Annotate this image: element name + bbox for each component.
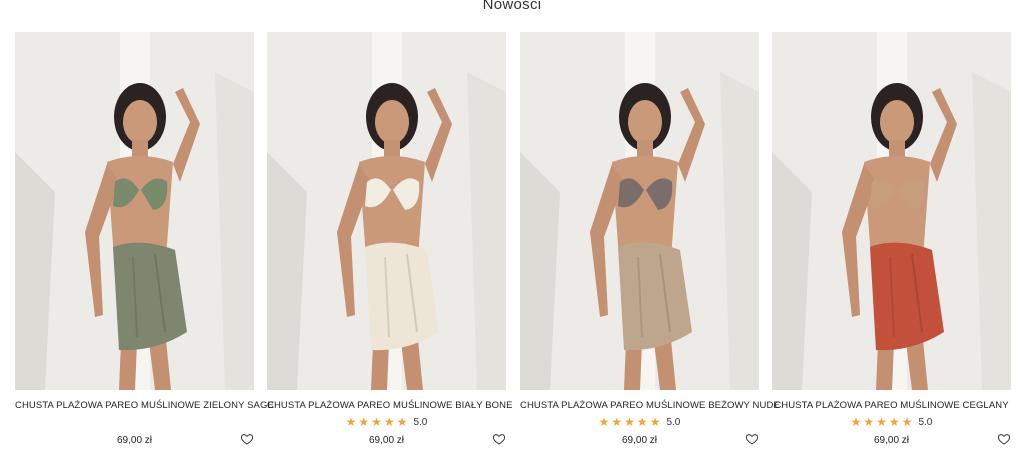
star-icon: ★: [358, 415, 370, 429]
product-price: 69,00 zł: [621, 435, 658, 446]
product-rating: ★ ★ ★ ★ ★ 5.0: [772, 415, 1011, 429]
product-price: 69,00 zł: [368, 435, 405, 446]
section-title: Nowości: [482, 0, 542, 13]
star-icon: ★: [901, 415, 913, 429]
product-price: 69,00 zł: [873, 435, 910, 446]
heart-icon[interactable]: [997, 432, 1011, 446]
star-icon: ★: [345, 415, 357, 429]
product-grid: CHUSTA PLAŻOWA PAREO MUŚLINOWE ZIELONY S…: [15, 32, 1011, 452]
heart-icon[interactable]: [492, 432, 506, 446]
star-icon: ★: [624, 415, 635, 429]
rating-value: 5.0: [666, 416, 681, 428]
product-name[interactable]: CHUSTA PLAŻOWA PAREO MUŚLINOWE BIAŁY BON…: [267, 400, 512, 411]
product-rating: ★ ★ ★ ★ ★ 5.0: [520, 415, 759, 429]
product-card[interactable]: CHUSTA PLAŻOWA PAREO MUŚLINOWE BIAŁY BON…: [267, 32, 512, 452]
rating-value: 5.0: [413, 416, 428, 428]
star-icon: ★: [371, 415, 382, 429]
star-icon: ★: [383, 415, 395, 429]
product-name[interactable]: CHUSTA PLAŻOWA PAREO MUŚLINOWE CEGLANY: [772, 400, 1011, 411]
star-icon: ★: [649, 415, 661, 429]
star-icon: ★: [850, 415, 862, 429]
product-rating: ★ ★ ★ ★ ★ 5.0: [267, 415, 506, 429]
product-price: 69,00 zł: [116, 435, 153, 446]
product-image[interactable]: [267, 32, 506, 390]
product-card[interactable]: CHUSTA PLAŻOWA PAREO MUŚLINOWE CEGLANY ★…: [772, 32, 1011, 452]
product-name[interactable]: CHUSTA PLAŻOWA PAREO MUŚLINOWE ZIELONY S…: [15, 400, 274, 411]
heart-icon[interactable]: [240, 432, 254, 446]
star-icon: ★: [598, 415, 610, 429]
star-icon: ★: [863, 415, 875, 429]
product-card[interactable]: CHUSTA PLAŻOWA PAREO MUŚLINOWE BEŻOWY NU…: [520, 32, 780, 452]
star-icon: ★: [876, 415, 887, 429]
star-icon: ★: [396, 415, 408, 429]
product-image[interactable]: [520, 32, 759, 390]
product-image[interactable]: [15, 32, 254, 390]
star-icon: ★: [636, 415, 648, 429]
star-icon: ★: [888, 415, 900, 429]
rating-value: 5.0: [918, 416, 933, 428]
product-card[interactable]: CHUSTA PLAŻOWA PAREO MUŚLINOWE ZIELONY S…: [15, 32, 274, 452]
heart-icon[interactable]: [745, 432, 759, 446]
product-image[interactable]: [772, 32, 1011, 390]
star-icon: ★: [611, 415, 623, 429]
product-name[interactable]: CHUSTA PLAŻOWA PAREO MUŚLINOWE BEŻOWY NU…: [520, 400, 780, 411]
